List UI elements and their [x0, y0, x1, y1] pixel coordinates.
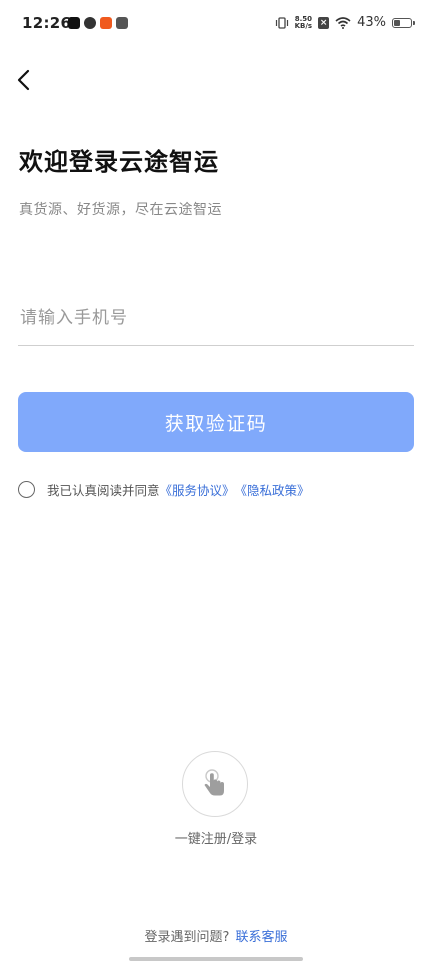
agreement-row: 我已认真阅读并同意 《服务协议》 《隐私政策》 — [18, 480, 310, 499]
chevron-left-icon — [17, 69, 30, 91]
footer: 登录遇到问题? 联系客服 — [0, 926, 432, 945]
battery-icon — [392, 17, 415, 28]
orange-app-icon — [100, 17, 112, 29]
service-agreement-link[interactable]: 《服务协议》 — [160, 480, 235, 499]
tap-hand-icon — [204, 769, 224, 796]
page-title: 欢迎登录云途智运 — [19, 148, 219, 176]
phone-input[interactable] — [18, 290, 416, 345]
login-problem-text: 登录遇到问题? — [144, 930, 230, 945]
notification-icons — [68, 17, 128, 29]
net-speed: 8.50 KB/s — [294, 15, 313, 30]
net-speed-unit: KB/s — [294, 21, 313, 30]
agreement-text: 我已认真阅读并同意 — [47, 483, 160, 498]
back-button[interactable] — [12, 64, 40, 96]
inbox-icon — [116, 17, 128, 29]
agree-checkbox[interactable] — [18, 481, 35, 498]
x-badge-icon: × — [318, 16, 330, 29]
onetap-login-label: 一键注册/登录 — [174, 832, 258, 847]
system-status: 8.50 KB/s × 43% — [275, 15, 415, 30]
tiktok-icon — [68, 17, 80, 29]
page-subtitle: 真货源、好货源，尽在云途智运 — [19, 202, 222, 218]
vibrate-icon — [275, 16, 289, 29]
home-indicator[interactable] — [129, 957, 303, 961]
onetap-login-button[interactable] — [182, 751, 248, 817]
status-time: 12:26 — [22, 14, 72, 32]
wechat-icon — [84, 17, 96, 29]
battery-percent: 43% — [357, 15, 386, 30]
get-code-button[interactable]: 获取验证码 — [18, 392, 414, 452]
wifi-icon — [335, 16, 351, 29]
privacy-policy-link[interactable]: 《隐私政策》 — [235, 480, 310, 499]
phone-field — [18, 290, 416, 346]
contact-support-link[interactable]: 联系客服 — [235, 930, 287, 945]
battery-fill — [394, 19, 401, 26]
status-bar: 12:26 8.50 KB/s × 43% — [0, 0, 432, 50]
